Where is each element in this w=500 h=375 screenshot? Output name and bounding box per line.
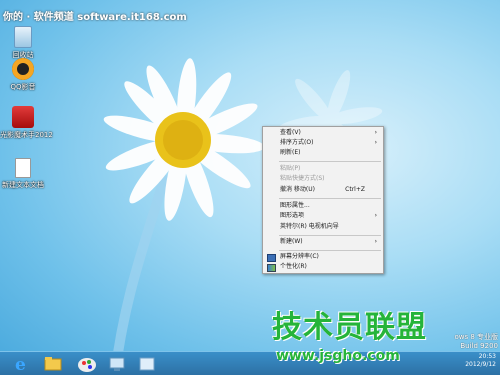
menu-item-view[interactable]: 查看(V) ›: [263, 128, 383, 138]
submenu-arrow-icon: ›: [374, 212, 377, 219]
desktop-icon-media-player[interactable]: QQ影音: [0, 58, 46, 91]
system-tray-clock[interactable]: 20:53 2012/9/12: [436, 353, 496, 369]
menu-item-label: 图形属性...: [280, 202, 310, 209]
desktop-icon-photo-editor[interactable]: 光影魔术手2012: [0, 106, 53, 139]
menu-item-new[interactable]: 新建(W) ›: [263, 237, 383, 247]
submenu-arrow-icon: ›: [374, 129, 377, 136]
menu-separator: [279, 235, 381, 236]
taskbar-network-button[interactable]: [104, 354, 130, 374]
window-icon: [139, 357, 155, 371]
menu-item-label: 撤消 移动(U): [280, 186, 315, 193]
taskbar-ie-button[interactable]: e: [8, 354, 34, 375]
menu-item-screen-resolution[interactable]: 屏幕分辨率(C): [263, 252, 383, 262]
menu-separator: [279, 198, 381, 199]
menu-item-label: 刷新(E): [280, 149, 301, 156]
menu-item-label: 排序方式(O): [280, 139, 314, 146]
desktop[interactable]: 你的 · 软件频道 software.it168.com 回收站 QQ影音 光影…: [0, 0, 500, 375]
photo-editor-icon: [12, 106, 34, 128]
menu-item-label: 新建(W): [280, 238, 303, 245]
menu-item-graphics-properties[interactable]: 图形属性...: [263, 201, 383, 211]
clock-time: 20:53: [478, 353, 496, 360]
paint-icon: [78, 358, 96, 372]
taskbar: e: [0, 351, 500, 375]
menu-separator: [279, 250, 381, 251]
submenu-arrow-icon: ›: [374, 139, 377, 146]
desktop-icon-label: 新建文本文档: [2, 181, 44, 189]
menu-item-label: 英特尔(R) 电视机向导: [280, 223, 339, 230]
menu-item-label: 粘贴(P): [280, 165, 301, 172]
menu-item-paste-shortcut: 粘贴快捷方式(S): [263, 174, 383, 184]
menu-separator: [279, 161, 381, 162]
menu-item-personalize[interactable]: 个性化(R): [263, 262, 383, 272]
internet-explorer-icon: e: [15, 355, 26, 375]
network-icon: [109, 357, 125, 371]
media-player-icon: [12, 58, 34, 80]
menu-item-label: 查看(V): [280, 129, 301, 136]
desktop-icon-label: QQ影音: [10, 83, 36, 91]
windows-edition-watermark: ows 8 专业版 Build 9200: [454, 333, 498, 351]
menu-item-undo-move[interactable]: 撤消 移动(U) Ctrl+Z: [263, 185, 383, 195]
svg-text:e: e: [15, 355, 26, 374]
edition-name: ows 8 专业版: [454, 333, 498, 341]
jsgho-watermark-url: www.jsgho.com: [276, 348, 400, 364]
taskbar-explorer-button[interactable]: [40, 354, 66, 374]
menu-item-shortcut: Ctrl+Z: [345, 186, 365, 193]
menu-item-graphics-options[interactable]: 图形选项 ›: [263, 211, 383, 221]
clock-date: 2012/9/12: [465, 361, 496, 368]
taskbar-paint-button[interactable]: [74, 354, 100, 374]
taskbar-window-button[interactable]: [134, 354, 160, 374]
build-number: Build 9200: [460, 342, 498, 350]
text-document-icon: [15, 158, 31, 178]
menu-item-refresh[interactable]: 刷新(E): [263, 148, 383, 158]
menu-item-paste: 粘贴(P): [263, 164, 383, 174]
desktop-icon-label: 光影魔术手2012: [0, 131, 53, 139]
desktop-icon-recycle-bin[interactable]: 回收站: [0, 26, 46, 59]
site-watermark: 你的 · 软件频道 software.it168.com: [3, 12, 187, 23]
screen-resolution-icon: [267, 254, 276, 262]
desktop-context-menu: 查看(V) › 排序方式(O) › 刷新(E) 粘贴(P) 粘贴快捷方式(S) …: [262, 126, 384, 274]
submenu-arrow-icon: ›: [374, 238, 377, 245]
menu-item-label: 图形选项: [280, 212, 305, 219]
menu-item-label: 个性化(R): [280, 263, 307, 270]
menu-item-intel-tv-wizard[interactable]: 英特尔(R) 电视机向导: [263, 222, 383, 232]
menu-item-sort-by[interactable]: 排序方式(O) ›: [263, 138, 383, 148]
file-explorer-icon: [44, 357, 62, 371]
menu-item-label: 粘贴快捷方式(S): [280, 175, 325, 182]
recycle-bin-icon: [14, 26, 32, 48]
personalize-icon: [267, 264, 276, 272]
menu-item-label: 屏幕分辨率(C): [280, 253, 319, 260]
jsgho-watermark-logo: 技术员联盟: [272, 310, 427, 345]
desktop-icon-text-document[interactable]: 新建文本文档: [0, 158, 46, 189]
